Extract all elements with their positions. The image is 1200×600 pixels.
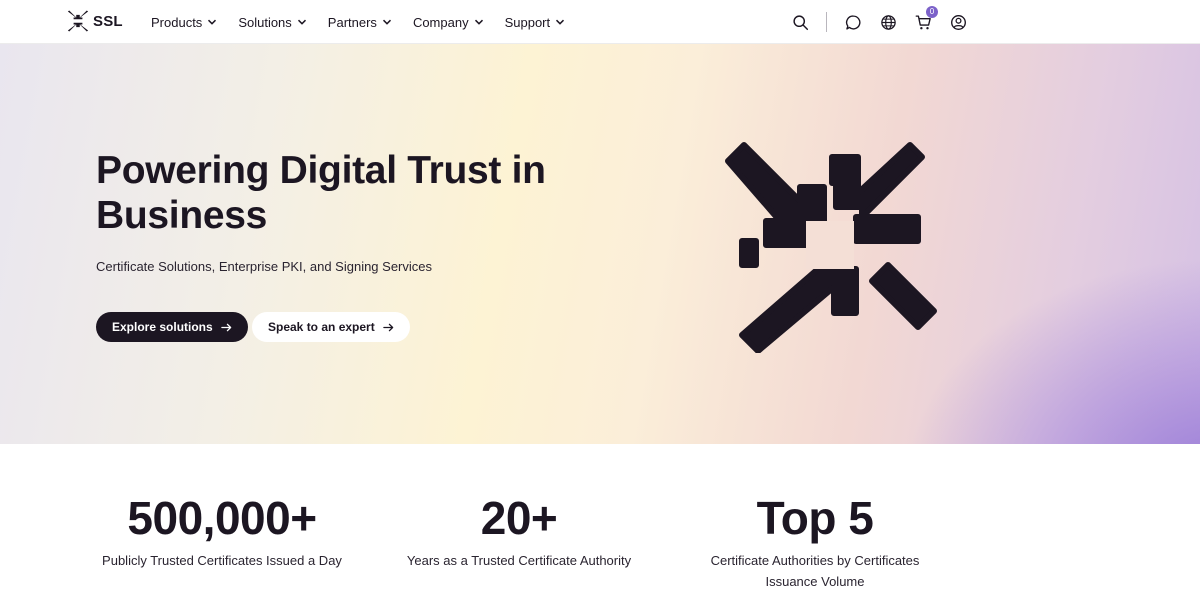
stat-ranking: Top 5 Certificate Authorities by Certifi…: [690, 492, 940, 592]
chevron-down-icon: [208, 19, 217, 25]
chat-button[interactable]: [843, 12, 863, 32]
speak-to-expert-button[interactable]: Speak to an expert: [252, 312, 410, 342]
ssl-arrows-icon: [67, 10, 89, 32]
nav-company[interactable]: Company: [413, 15, 484, 30]
chevron-down-icon: [474, 19, 483, 25]
account-icon: [950, 14, 966, 30]
nav-partners-label: Partners: [327, 14, 377, 30]
search-icon: [792, 14, 808, 30]
chevron-down-icon: [297, 19, 306, 25]
top-navigation: SSL Products Solutions Partners Company …: [0, 0, 1200, 44]
nav-products[interactable]: Products: [151, 15, 217, 30]
chevron-down-icon: [382, 19, 391, 25]
arrow-right-icon: [382, 323, 393, 331]
account-button[interactable]: [948, 12, 968, 32]
nav-solutions-label: Solutions: [238, 14, 292, 30]
arrow-right-icon: [220, 323, 231, 331]
stat-label: Certificate Authorities by Certificates …: [710, 553, 920, 589]
stat-value: 20+: [480, 492, 558, 544]
language-button[interactable]: [878, 12, 898, 32]
hero-subtitle: Certificate Solutions, Enterprise PKI, a…: [96, 259, 433, 274]
nav-actions: 0: [790, 0, 968, 44]
brand-name: SSL: [93, 12, 123, 30]
nav-company-label: Company: [412, 14, 469, 30]
ssl-logo[interactable]: SSL: [67, 10, 123, 32]
explore-solutions-button[interactable]: Explore solutions: [96, 312, 248, 342]
stat-value: Top 5: [756, 492, 874, 544]
stat-years: 20+ Years as a Trusted Certificate Autho…: [379, 492, 659, 571]
ssl-brand-mark-graphic: [725, 142, 937, 353]
nav-solutions[interactable]: Solutions: [238, 15, 306, 30]
chat-icon: [845, 14, 861, 30]
globe-icon: [880, 14, 896, 30]
stat-certificates: 500,000+ Publicly Trusted Certificates I…: [82, 492, 362, 571]
stat-label: Publicly Trusted Certificates Issued a D…: [102, 553, 342, 568]
cart-count-badge: 0: [926, 6, 938, 18]
nav-support-label: Support: [504, 14, 551, 30]
nav-divider: [826, 12, 827, 32]
nav-support[interactable]: Support: [505, 15, 566, 30]
cart-button[interactable]: 0: [913, 6, 938, 32]
search-button[interactable]: [790, 12, 810, 32]
nav-partners[interactable]: Partners: [328, 15, 392, 30]
hero-title: Powering Digital Trust in Business: [96, 149, 546, 237]
chevron-down-icon: [556, 19, 565, 25]
speak-to-expert-label: Speak to an expert: [268, 320, 375, 334]
main-menu: Products Solutions Partners Company Supp…: [151, 0, 586, 44]
explore-solutions-label: Explore solutions: [112, 320, 213, 334]
hero-section: Powering Digital Trust in Business Certi…: [0, 44, 1200, 444]
stat-label: Years as a Trusted Certificate Authority: [406, 553, 632, 568]
nav-products-label: Products: [151, 14, 203, 30]
stat-value: 500,000+: [127, 492, 317, 544]
